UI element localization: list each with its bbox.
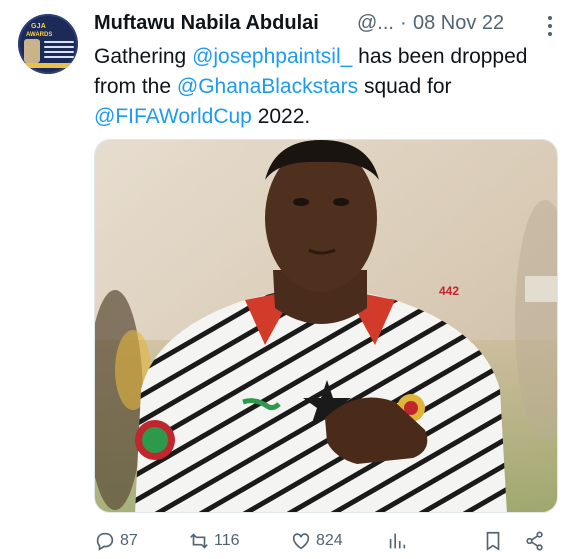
tweet-text: Gathering @josephpaintsil_ has been drop…: [94, 42, 564, 132]
header-separator: ·: [400, 12, 407, 34]
avatar-subtitle: AWARDS: [26, 32, 53, 38]
tweet-photo[interactable]: 442: [94, 139, 558, 513]
photo-watermark: 442: [439, 284, 460, 298]
mention-link[interactable]: @josephpaintsil_: [192, 45, 352, 68]
text-part: 2022.: [251, 105, 311, 128]
reply-button[interactable]: 87: [94, 527, 138, 555]
like-count: 824: [316, 532, 343, 549]
more-icon[interactable]: [540, 16, 560, 38]
text-part: Gathering: [94, 45, 193, 68]
share-icon: [526, 531, 543, 551]
retweet-button[interactable]: 116: [188, 527, 240, 555]
mention-link[interactable]: @GhanaBlackstars: [177, 75, 358, 98]
author-handle[interactable]: @...: [357, 12, 394, 35]
action-bar: 87 116 824: [94, 527, 564, 555]
avatar-strip: [22, 63, 74, 68]
author-name[interactable]: Muftawu Nabila Abdulai: [94, 12, 319, 35]
avatar-title: GJA: [31, 23, 46, 30]
tweet-header: Muftawu Nabila Abdulai @... · 08 Nov 22: [94, 12, 564, 38]
avatar-lines: [44, 41, 74, 61]
retweet-icon: [190, 533, 208, 549]
share-button[interactable]: [524, 527, 546, 555]
reply-count: 87: [120, 532, 138, 549]
text-part: squad for: [358, 75, 452, 98]
tweet-date[interactable]: 08 Nov 22: [413, 12, 504, 35]
avatar[interactable]: GJA AWARDS: [18, 14, 78, 74]
views-icon: [389, 533, 406, 549]
avatar-figure: [24, 39, 40, 63]
reply-icon: [96, 532, 114, 551]
bookmark-button[interactable]: [482, 527, 504, 555]
views-button[interactable]: [386, 527, 408, 555]
mention-link[interactable]: @FIFAWorldCup: [94, 105, 252, 128]
like-icon: [292, 533, 310, 550]
player-photo: [95, 140, 557, 512]
bookmark-icon: [486, 531, 500, 551]
like-button[interactable]: 824: [290, 527, 343, 555]
retweet-count: 116: [214, 532, 240, 549]
